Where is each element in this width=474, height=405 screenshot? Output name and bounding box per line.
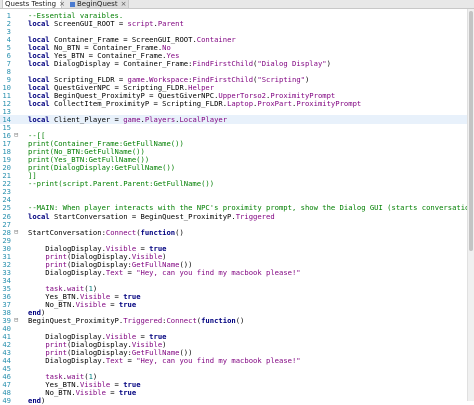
code-token: ) [40,395,46,405]
close-icon[interactable]: × [59,0,65,8]
line-number: 49 [2,395,11,405]
code-text: end) [28,396,45,405]
code-token: end [28,395,41,405]
code-line[interactable]: 49 end) [0,396,474,405]
code-editor[interactable]: 1 --Essential varaibles. 2 local ScreenGUI_… [0,9,474,405]
script-icon [70,1,75,7]
close-icon[interactable]: × [121,0,127,8]
scrollbar-thumb[interactable] [469,11,473,251]
vertical-scrollbar[interactable] [467,9,474,401]
tab-label: BeginQuest [77,0,118,8]
tab-bar: Quests Testing × BeginQuest × [0,0,474,9]
tab-quests-testing[interactable]: Quests Testing × [2,0,65,8]
tab-label: Quests Testing [5,0,57,8]
tab-beginquest[interactable]: BeginQuest × [70,0,129,8]
